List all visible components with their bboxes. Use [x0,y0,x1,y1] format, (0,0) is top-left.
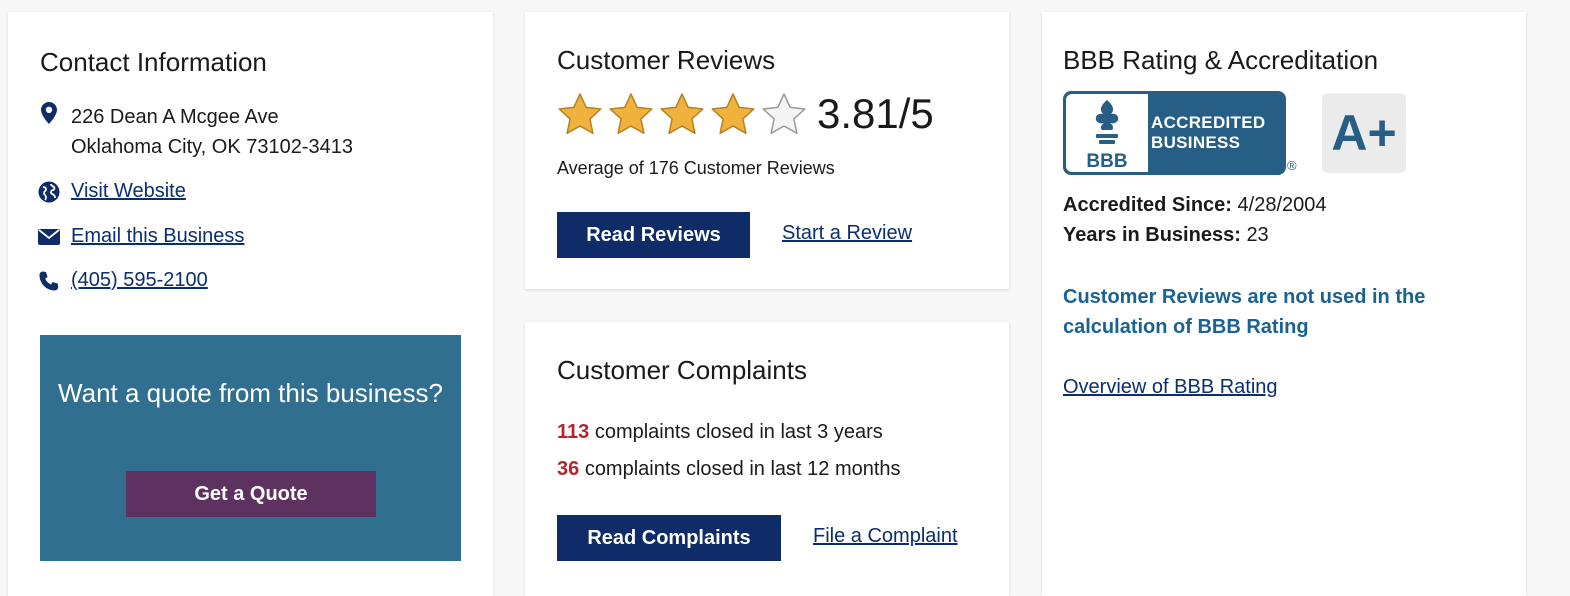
star-icon-filled [711,93,755,135]
globe-icon [38,181,60,203]
bbb-grade-badge: A+ [1322,93,1406,173]
address: 226 Dean A Mcgee Ave Oklahoma City, OK 7… [71,102,353,162]
seal-line2: BUSINESS [1151,133,1241,152]
quote-panel: Want a quote from this business? Get a Q… [40,335,461,561]
contact-card: Contact Information 226 Dean A Mcgee Ave… [8,12,493,596]
phone-link[interactable]: (405) 595-2100 [71,269,208,292]
torch-icon: BBB [1086,100,1128,172]
email-row[interactable]: Email this Business [38,225,244,248]
read-complaints-button[interactable]: Read Complaints [557,515,781,561]
overview-rating-link[interactable]: Overview of BBB Rating [1063,376,1278,399]
file-complaint-link[interactable]: File a Complaint [813,525,958,548]
years-in-business-label: Years in Business: [1063,224,1241,246]
address-row: 226 Dean A Mcgee Ave Oklahoma City, OK 7… [38,102,353,162]
phone-icon [38,270,60,292]
review-average-text: Average of 176 Customer Reviews [557,158,835,178]
bbb-logo-text: BBB [1086,151,1127,172]
rating-title: BBB Rating & Accreditation [1063,45,1379,75]
reviews-card: Customer Reviews 3.81/5 Average of 176 C… [525,12,1009,289]
complaints-title: Customer Complaints [557,355,807,385]
rating-card: BBB Rating & Accreditation BBB ACCREDITE… [1042,12,1526,596]
website-row[interactable]: Visit Website [38,180,186,203]
complaints-12mo-count: 36 [557,458,580,480]
visit-website-link[interactable]: Visit Website [71,180,186,203]
read-reviews-button[interactable]: Read Reviews [557,212,750,258]
years-in-business: Years in Business: 23 [1063,220,1269,250]
accredited-business-seal[interactable]: BBB ACCREDITED BUSINESS [1063,91,1286,175]
accredited-since-value: 4/28/2004 [1237,194,1327,216]
contact-title: Contact Information [40,47,267,77]
complaints-12mo-text: complaints closed in last 12 months [584,458,901,480]
years-in-business-value: 23 [1246,224,1269,246]
reviews-title: Customer Reviews [557,45,776,75]
star-icon-filled [660,93,704,135]
email-business-link[interactable]: Email this Business [71,225,244,248]
complaints-card: Customer Complaints 113 complaints close… [525,322,1009,596]
address-line2: Oklahoma City, OK 73102-3413 [71,136,354,158]
start-review-link[interactable]: Start a Review [782,222,912,245]
seal-line1: ACCREDITED [1151,113,1266,132]
address-line1: 226 Dean A Mcgee Ave [71,106,279,128]
star-rating [557,92,812,138]
accredited-since: Accredited Since: 4/28/2004 [1063,190,1327,220]
quote-prompt: Want a quote from this business? [58,378,443,408]
bbb-torch-logo: BBB [1066,94,1148,172]
complaints-12mo: 36 complaints closed in last 12 months [557,454,901,484]
complaints-3yr-text: complaints closed in last 3 years [594,421,883,443]
rating-note: Customer Reviews are not used in the cal… [1063,286,1426,338]
map-pin-icon [38,102,60,124]
registered-mark: ® [1287,158,1297,173]
star-icon-filled [558,93,602,135]
envelope-icon [38,226,60,248]
complaints-3yr-count: 113 [557,421,590,443]
seal-label: ACCREDITED BUSINESS [1151,113,1265,153]
complaints-3yr: 113 complaints closed in last 3 years [557,417,883,447]
star-icon-filled [609,93,653,135]
get-quote-button[interactable]: Get a Quote [126,471,376,517]
phone-row[interactable]: (405) 595-2100 [38,269,208,292]
accredited-since-label: Accredited Since: [1063,194,1232,216]
star-icon-empty [762,93,806,135]
rating-score: 3.81/5 [817,90,934,137]
